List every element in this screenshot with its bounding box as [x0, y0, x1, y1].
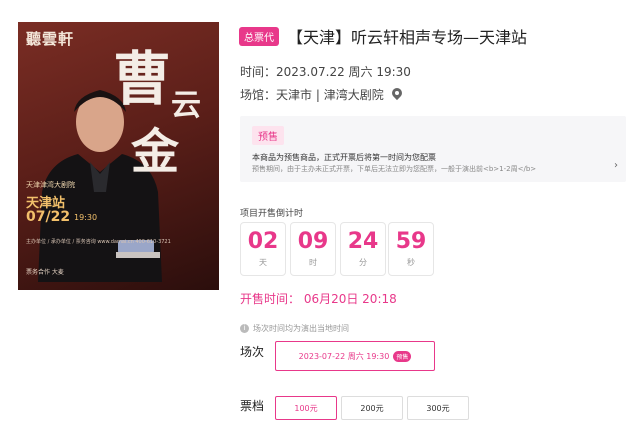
countdown-days-value: 02	[247, 229, 279, 254]
countdown-seconds: 59 秒	[388, 222, 434, 276]
time-value: 2023.07.22 周六 19:30	[276, 65, 411, 79]
price-option-200[interactable]: 200元	[341, 396, 403, 420]
countdown-label: 项目开售倒计时	[240, 209, 304, 219]
chevron-right-icon[interactable]: ›	[614, 160, 618, 171]
poster-fine-print: 主办单位 / 承办单位 / 票务咨询 www.damai.cn 400-610-…	[26, 239, 171, 245]
session-presale-badge: 预售	[393, 350, 412, 362]
presale-tag: 预售	[252, 126, 284, 145]
timezone-note-text: 场次时间均为演出当地时间	[253, 324, 349, 333]
time-label: 时间：	[240, 65, 277, 79]
poster-tour: 天津津湾大剧院	[26, 181, 75, 189]
poster-hotline: 票务合作 大麦	[26, 269, 64, 276]
poster-date: 07/22	[26, 209, 71, 225]
countdown-hours-value: 09	[297, 229, 329, 254]
session-label: 场次	[240, 345, 265, 359]
calligraphy-char-1: 曹	[113, 45, 172, 113]
countdown-hours: 09 时	[290, 222, 336, 276]
presale-line-1: 本商品为预售商品，正式开票后将第一时间为您配票	[252, 153, 436, 162]
timezone-note: i 场次时间均为演出当地时间	[240, 323, 349, 334]
venue-label: 场馆：	[240, 88, 277, 102]
countdown-minutes-unit: 分	[359, 258, 367, 267]
countdown-minutes-value: 24	[347, 229, 379, 254]
sale-start-time: 开售时间： 06月20日 20:18	[240, 292, 397, 306]
calligraphy-char-3: 金	[131, 124, 180, 180]
price-option-100[interactable]: 100元	[275, 396, 337, 420]
presale-notice[interactable]: 预售 本商品为预售商品，正式开票后将第一时间为您配票 预售期间，由于主办未正式开…	[240, 116, 626, 182]
poster-calligraphy: 曹 云 金	[113, 32, 213, 182]
countdown-seconds-value: 59	[395, 229, 427, 254]
event-venue: 场馆： 天津市 | 津湾大剧院	[240, 86, 402, 103]
session-option-text: 2023-07-22 周六 19:30	[298, 351, 390, 361]
poster-time: 19:30	[74, 213, 98, 222]
venue-value: 天津市 | 津湾大剧院	[276, 88, 384, 102]
event-poster: 聽雲軒 曹 云 金 天津津湾大剧院 天津站 07/22 19:30 主办单位 /…	[18, 22, 219, 290]
countdown-minutes: 24 分	[340, 222, 386, 276]
info-icon: i	[240, 324, 249, 333]
title-row: 总票代 【天津】听云轩相声专场—天津站	[239, 24, 527, 48]
location-pin-icon[interactable]	[392, 88, 402, 101]
price-option-300[interactable]: 300元	[407, 396, 469, 420]
page-title: 【天津】听云轩相声专场—天津站	[287, 28, 528, 47]
tier-label: 票档	[240, 399, 265, 413]
event-time: 时间： 2023.07.22 周六 19:30	[240, 63, 411, 80]
countdown-days: 02 天	[240, 222, 286, 276]
session-option[interactable]: 2023-07-22 周六 19:30 预售	[275, 341, 435, 371]
countdown-days-unit: 天	[259, 258, 267, 267]
poster-brand: 聽雲軒	[26, 30, 75, 48]
countdown-hours-unit: 时	[309, 258, 317, 267]
agent-badge: 总票代	[239, 26, 279, 46]
presale-line-2: 预售期间，由于主办未正式开票，下单后无法立即为您配票，一般于演出前<b>1-2周…	[252, 165, 537, 173]
countdown-seconds-unit: 秒	[407, 258, 415, 267]
